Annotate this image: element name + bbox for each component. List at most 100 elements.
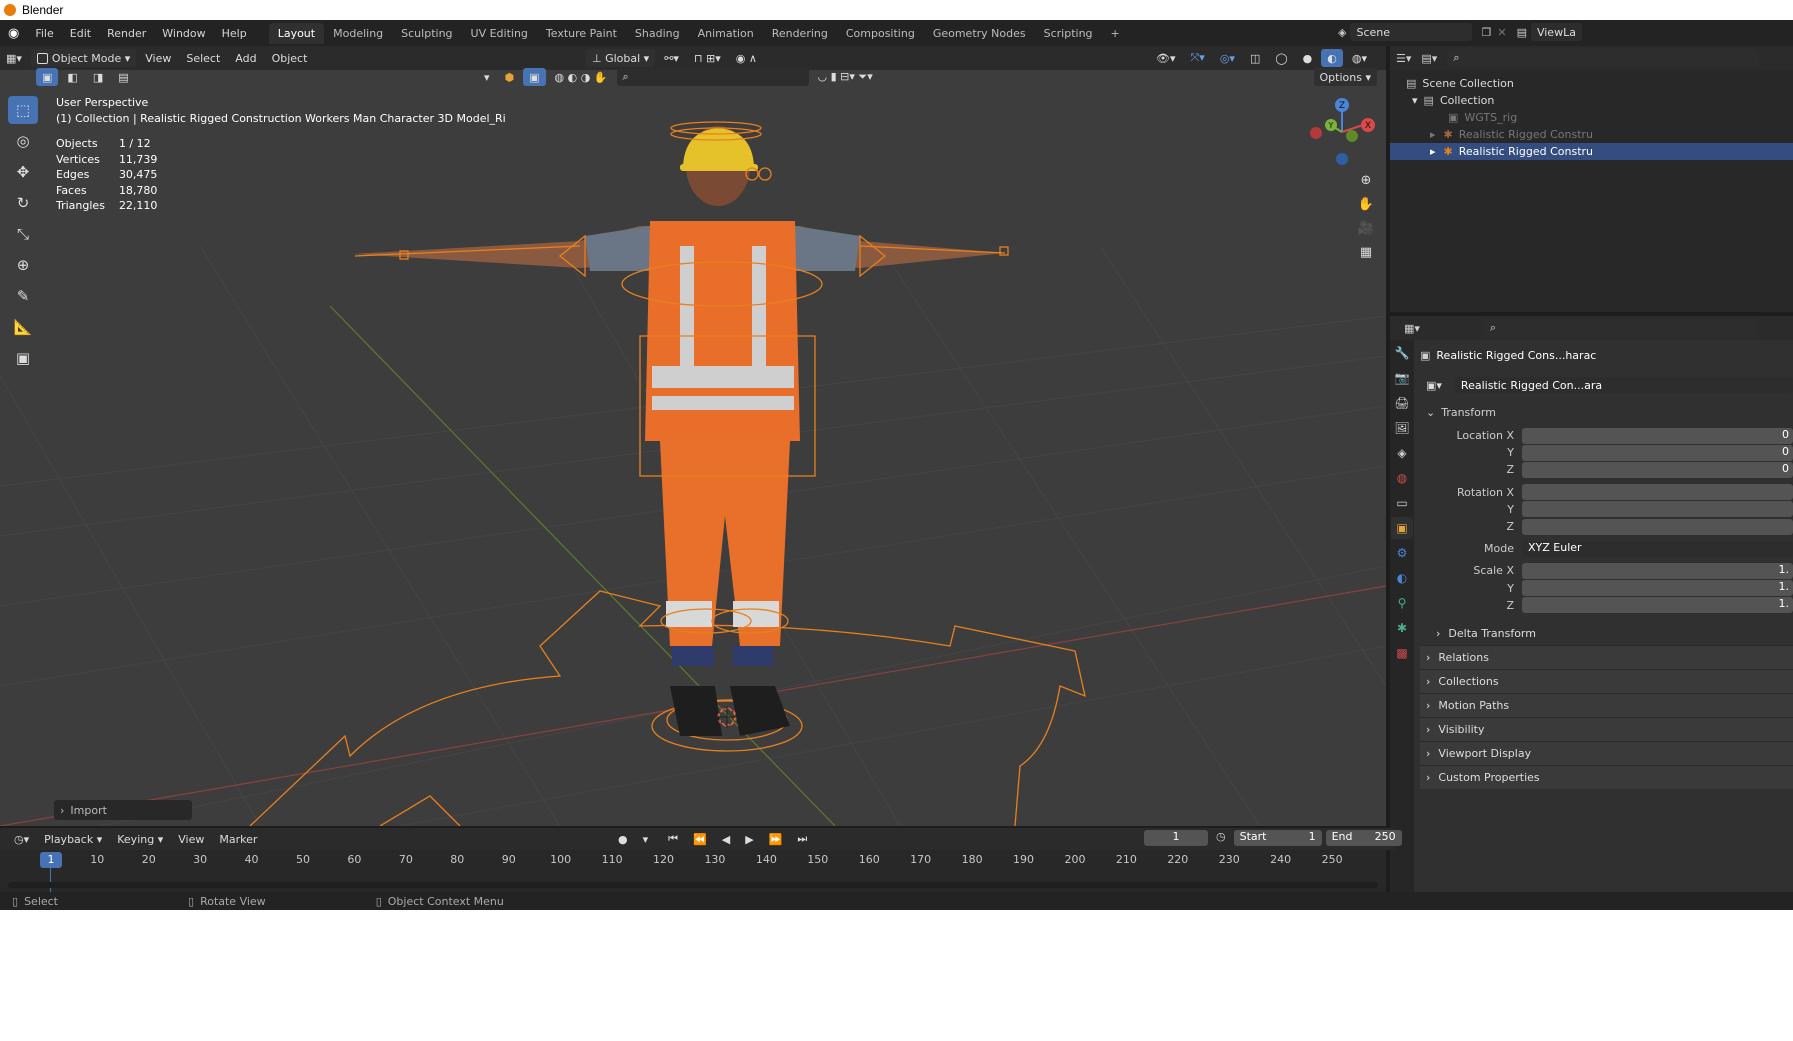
rotation-mode-select[interactable]: XYZ Euler: [1522, 540, 1793, 557]
world-tab-icon[interactable]: ◍: [1391, 467, 1413, 489]
navigation-gizmo[interactable]: Z X Y: [1306, 96, 1376, 166]
scene-tab-icon[interactable]: ◈: [1391, 442, 1413, 464]
panel-collections[interactable]: › Collections: [1420, 668, 1793, 693]
tab-texture-paint[interactable]: Texture Paint: [537, 23, 626, 44]
location-y-field[interactable]: 0: [1522, 444, 1793, 461]
location-x-field[interactable]: 0: [1522, 427, 1793, 444]
properties-editor-icon[interactable]: ▦▾: [1404, 322, 1420, 335]
tab-geometry-nodes[interactable]: Geometry Nodes: [924, 23, 1035, 44]
menu-file[interactable]: File: [27, 27, 61, 40]
scene-icon[interactable]: ◈: [1338, 26, 1346, 39]
tab-compositing[interactable]: Compositing: [837, 23, 924, 44]
zoom-icon[interactable]: ⊕: [1354, 168, 1378, 192]
tab-rendering[interactable]: Rendering: [763, 23, 837, 44]
menu-help[interactable]: Help: [214, 27, 255, 40]
rotation-z-field[interactable]: [1522, 518, 1793, 535]
keyframe-options-icon[interactable]: ▾: [637, 830, 655, 848]
constraint-tab-icon[interactable]: ⚲: [1391, 592, 1413, 614]
prev-keyframe-icon[interactable]: ⏪: [687, 830, 713, 848]
panel-viewport-display[interactable]: › Viewport Display: [1420, 740, 1793, 765]
tab-uv-editing[interactable]: UV Editing: [462, 23, 537, 44]
data-tab-icon[interactable]: ✱: [1391, 617, 1413, 639]
transform-panel-header[interactable]: ⌄ Transform: [1420, 400, 1793, 424]
add-cube-tool-icon[interactable]: ▣: [8, 344, 38, 372]
play-reverse-icon[interactable]: ◀: [716, 830, 736, 848]
view-layer-selector[interactable]: ViewLa: [1530, 23, 1582, 41]
scale-x-field[interactable]: 1.: [1522, 562, 1793, 579]
cursor-tool-icon[interactable]: ◎: [8, 127, 38, 155]
close-scene-icon[interactable]: ✕: [1497, 26, 1506, 39]
play-icon[interactable]: ▶: [739, 830, 759, 848]
3d-viewport[interactable]: ▦▾ Object Mode ▾ View Select Add Object …: [0, 46, 1386, 826]
panel-custom-properties[interactable]: › Custom Properties: [1420, 764, 1793, 789]
tool-tab-icon[interactable]: 🔧: [1391, 342, 1413, 364]
location-z-field[interactable]: 0: [1522, 461, 1793, 478]
panel-motion-paths[interactable]: › Motion Paths: [1420, 692, 1793, 717]
display-mode-icon[interactable]: ▤▾: [1421, 52, 1437, 65]
scale-z-field[interactable]: 1.: [1522, 597, 1793, 614]
playback-menu[interactable]: Playback ▾: [38, 830, 108, 848]
timeline-editor-icon[interactable]: ◷▾: [8, 830, 35, 848]
outliner-row[interactable]: ▣ WGTS_rig: [1390, 109, 1793, 126]
blender-menu-icon[interactable]: ◉: [0, 26, 27, 41]
camera-view-icon[interactable]: 🎥: [1354, 216, 1378, 240]
rotation-y-field[interactable]: [1522, 501, 1793, 518]
new-scene-icon[interactable]: ❐: [1481, 26, 1491, 39]
frame-ruler[interactable]: 1 10 20 30 40 50 60 70 80 90 100 110 120 130 140 150 160…: [0, 852, 1386, 902]
collection-tab-icon[interactable]: ▭: [1391, 492, 1413, 514]
render-tab-icon[interactable]: 📷: [1391, 367, 1413, 389]
annotate-tool-icon[interactable]: ✎: [8, 282, 38, 310]
start-frame-field[interactable]: Start 1: [1233, 830, 1322, 846]
tab-scripting[interactable]: Scripting: [1035, 23, 1102, 44]
object-data-field[interactable]: Realistic Rigged Con...ara: [1454, 377, 1793, 393]
tab-animation[interactable]: Animation: [689, 23, 763, 44]
orthographic-toggle-icon[interactable]: ▦: [1354, 240, 1378, 264]
keying-menu[interactable]: Keying ▾: [111, 830, 169, 848]
jump-start-icon[interactable]: ⏮: [662, 830, 684, 848]
outliner-row[interactable]: ▾ ▤ Collection: [1390, 92, 1793, 109]
rotation-x-field[interactable]: [1522, 484, 1793, 501]
tab-layout[interactable]: Layout: [268, 22, 325, 44]
output-tab-icon[interactable]: 🖨: [1391, 392, 1413, 414]
object-name-field[interactable]: Realistic Rigged Cons...harac: [1436, 349, 1596, 362]
expand-chevron-icon[interactable]: ▸: [1430, 128, 1436, 141]
tab-shading[interactable]: Shading: [626, 23, 689, 44]
outliner-row[interactable]: ▤ Scene Collection: [1390, 75, 1793, 92]
outliner-search-input[interactable]: ⌕: [1447, 49, 1760, 67]
record-icon[interactable]: ●: [612, 830, 634, 848]
transform-tool-icon[interactable]: ⊕: [8, 251, 38, 279]
outliner-editor-icon[interactable]: ☰▾: [1396, 52, 1411, 65]
tab-sculpting[interactable]: Sculpting: [392, 23, 461, 44]
current-frame-field[interactable]: 1: [1144, 830, 1208, 846]
marker-menu[interactable]: Marker: [213, 830, 263, 848]
panel-delta-transform[interactable]: › Delta Transform: [1420, 621, 1793, 645]
end-frame-field[interactable]: End 250: [1325, 830, 1402, 846]
select-box-tool-icon[interactable]: ⬚: [8, 96, 38, 124]
texture-tab-icon[interactable]: ▩: [1391, 642, 1413, 664]
expand-chevron-icon[interactable]: ▾: [1412, 94, 1418, 107]
view-layer-icon[interactable]: ▤: [1517, 26, 1527, 39]
scene-selector[interactable]: Scene: [1350, 23, 1473, 41]
properties-search-input[interactable]: ⌕: [1483, 319, 1756, 337]
menu-edit[interactable]: Edit: [62, 27, 99, 40]
outliner-row[interactable]: ▸ ✱ Realistic Rigged Constru: [1390, 126, 1793, 143]
object-tab-icon[interactable]: ▣: [1391, 517, 1413, 539]
tab-modeling[interactable]: Modeling: [324, 23, 392, 44]
outliner-row-selected[interactable]: ▸ ✱ Realistic Rigged Constru: [1390, 143, 1793, 160]
view-layer-tab-icon[interactable]: 🖼: [1391, 417, 1413, 439]
scale-tool-icon[interactable]: ⤡: [8, 220, 38, 248]
timeline-scrollbar[interactable]: [8, 882, 1378, 888]
pan-hand-icon[interactable]: ✋: [1354, 192, 1378, 216]
modifier-tab-icon[interactable]: ⚙: [1391, 542, 1413, 564]
menu-render[interactable]: Render: [99, 27, 154, 40]
panel-visibility[interactable]: › Visibility: [1420, 716, 1793, 741]
physics-tab-icon[interactable]: ◐: [1391, 567, 1413, 589]
measure-tool-icon[interactable]: 📐: [8, 313, 38, 341]
move-tool-icon[interactable]: ✥: [8, 158, 38, 186]
jump-end-icon[interactable]: ⏭: [791, 830, 813, 848]
expand-chevron-icon[interactable]: ▸: [1430, 145, 1436, 158]
menu-window[interactable]: Window: [154, 27, 213, 40]
add-workspace-button[interactable]: +: [1102, 23, 1129, 44]
last-operator-panel[interactable]: › Import: [54, 800, 192, 820]
clock-icon[interactable]: ◷: [1216, 830, 1226, 846]
